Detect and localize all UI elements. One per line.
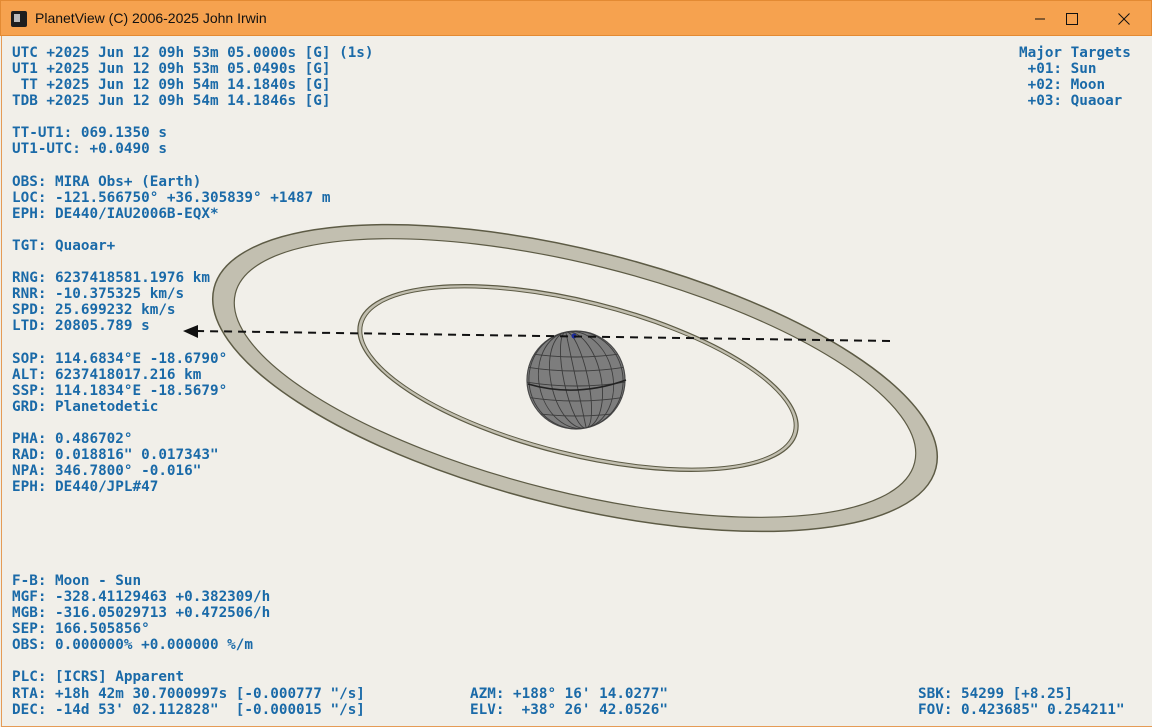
elevation: ELV: +38° 26' 42.0526": [470, 702, 668, 718]
target-range: RNG: 6237418581.1976 km: [12, 270, 210, 286]
tdb-time: TDB +2025 Jun 12 09h 54m 14.1846s [G]: [12, 93, 331, 109]
target-grid: GRD: Planetodetic: [12, 399, 159, 415]
target-npa: NPA: 346.7800° -0.016": [12, 463, 202, 479]
target-ssp: SSP: 114.1834°E -18.5679°: [12, 383, 228, 399]
major-targets-header: Major Targets: [1019, 45, 1131, 61]
tt-ut1: TT-UT1: 069.1350 s: [12, 125, 167, 141]
observer-loc: LOC: -121.566750° +36.305839° +1487 m: [12, 190, 331, 206]
target-phase: PHA: 0.486702°: [12, 431, 133, 447]
fb-pair: F-B: Moon - Sun: [12, 573, 142, 589]
fb-separation: SEP: 166.505856°: [12, 621, 150, 637]
target-ephemeris: EPH: DE440/JPL#47: [12, 479, 159, 495]
target-name: TGT: Quaoar+: [12, 238, 116, 254]
azimuth: AZM: +188° 16' 14.0277": [470, 686, 668, 702]
placement-frame: PLC: [ICRS] Apparent: [12, 669, 185, 685]
fb-mgf: MGF: -328.41129463 +0.382309/h: [12, 589, 271, 605]
target-sop: SOP: 114.6834°E -18.6790°: [12, 351, 228, 367]
field-of-view: FOV: 0.423685" 0.254211": [918, 702, 1125, 718]
target-altitude: ALT: 6237418017.216 km: [12, 367, 202, 383]
target-radius: RAD: 0.018816" 0.017343": [12, 447, 219, 463]
target-speed: SPD: 25.699232 km/s: [12, 302, 176, 318]
right-ascension: RTA: +18h 42m 30.7000997s [-0.000777 "/s…: [12, 686, 365, 702]
observer-obs: OBS: MIRA Obs+ (Earth): [12, 174, 202, 190]
target-range-rate: RNR: -10.375325 km/s: [12, 286, 185, 302]
fb-mgb: MGB: -316.05029713 +0.472506/h: [12, 605, 271, 621]
target-item-moon[interactable]: +02: Moon: [1019, 77, 1105, 93]
fb-obscuration: OBS: 0.000000% +0.000000 %/m: [12, 637, 254, 653]
target-item-sun[interactable]: +01: Sun: [1019, 61, 1097, 77]
ut1-utc: UT1-UTC: +0.0490 s: [12, 141, 167, 157]
tt-time: TT +2025 Jun 12 09h 54m 14.1840s [G]: [12, 77, 331, 93]
sky-brightness: SBK: 54299 [+8.25]: [918, 686, 1073, 702]
observer-eph: EPH: DE440/IAU2006B-EQX*: [12, 206, 219, 222]
target-item-quaoar[interactable]: +03: Quaoar: [1019, 93, 1123, 109]
declination: DEC: -14d 53' 02.112828" [-0.000015 "/s]: [12, 702, 365, 718]
ut1-time: UT1 +2025 Jun 12 09h 53m 05.0490s [G]: [12, 61, 331, 77]
target-light-time: LTD: 20805.789 s: [12, 318, 150, 334]
utc-time: UTC +2025 Jun 12 09h 53m 05.0000s [G] (1…: [12, 45, 374, 61]
